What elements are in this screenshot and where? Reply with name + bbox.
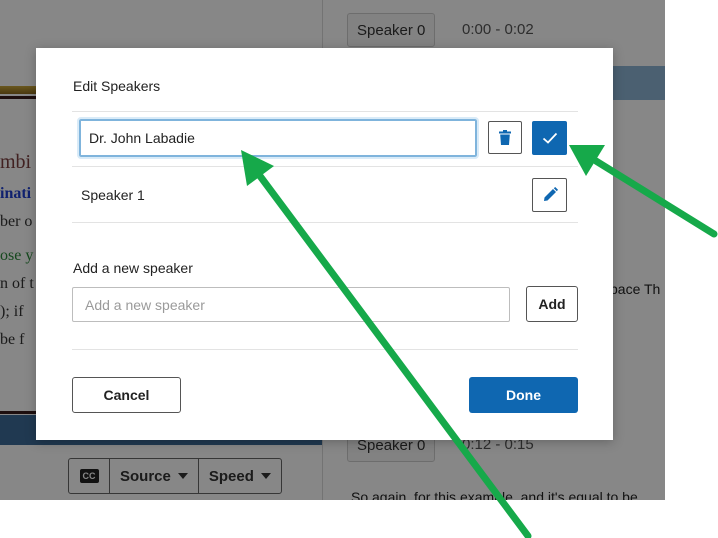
done-button[interactable]: Done — [469, 377, 578, 413]
cancel-button[interactable]: Cancel — [72, 377, 181, 413]
pencil-icon — [543, 187, 558, 201]
speaker-name: Speaker 1 — [81, 187, 145, 203]
edit-speakers-dialog: Edit Speakers Speaker 1 Add a new speake… — [36, 48, 613, 440]
new-speaker-input[interactable] — [72, 287, 510, 322]
trash-icon — [499, 130, 511, 145]
dialog-title: Edit Speakers — [73, 78, 161, 94]
divider — [72, 111, 578, 112]
divider — [72, 222, 578, 223]
divider — [72, 349, 578, 350]
save-speaker-button[interactable] — [532, 121, 567, 155]
add-speaker-button[interactable]: Add — [526, 286, 578, 322]
delete-speaker-button[interactable] — [488, 121, 522, 154]
add-speaker-heading: Add a new speaker — [73, 260, 193, 276]
check-icon — [542, 132, 557, 144]
divider — [72, 166, 578, 167]
edit-speaker-button[interactable] — [532, 178, 567, 212]
speaker-name-input[interactable] — [77, 117, 479, 159]
